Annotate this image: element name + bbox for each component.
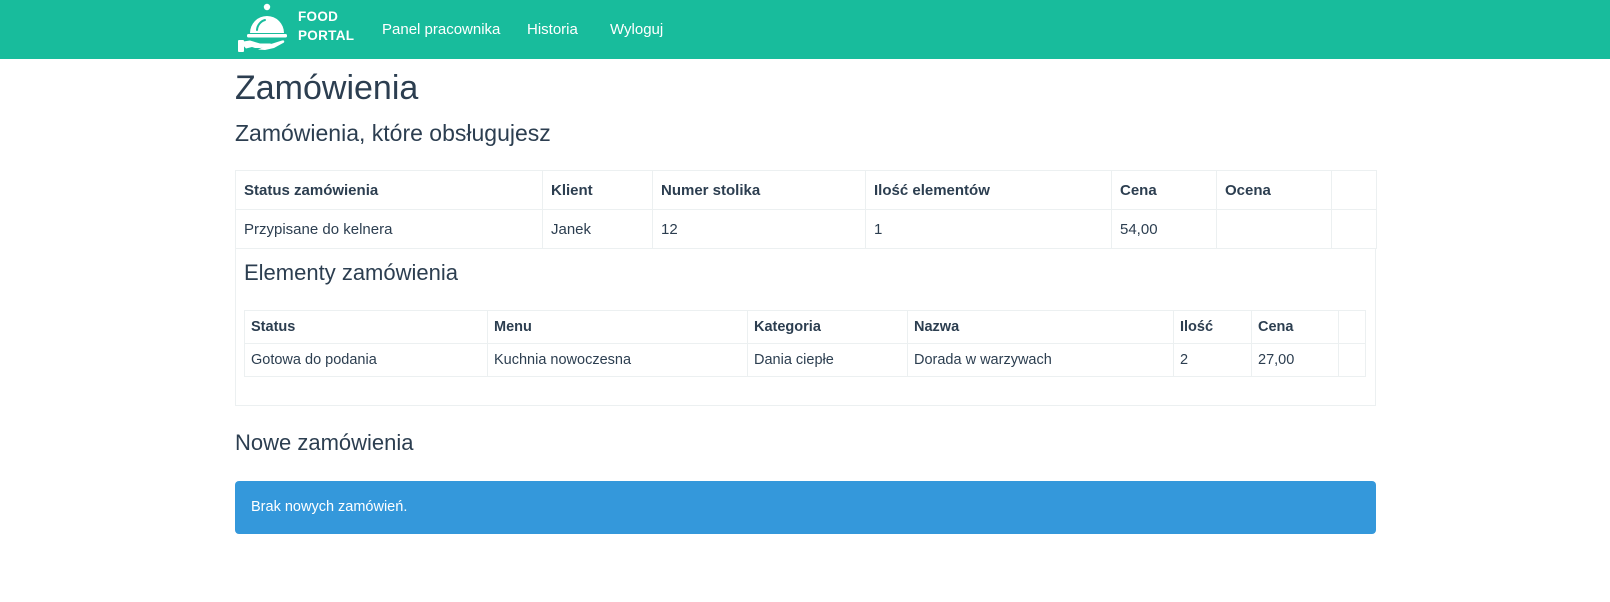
nav-link-wyloguj[interactable]: Wyloguj (610, 20, 663, 39)
cell-price: 54,00 (1111, 209, 1217, 249)
cell-price: 27,00 (1251, 343, 1339, 377)
cell-status: Gotowa do podania (244, 343, 488, 377)
handled-orders-table: Status zamówienia Klient Numer stolika I… (235, 170, 1377, 249)
column-header-category: Kategoria (747, 310, 908, 344)
brand-logo[interactable]: FOOD PORTAL (238, 0, 356, 58)
nav-link-panel-pracownika[interactable]: Panel pracownika (382, 20, 500, 39)
page-title: Zamówienia (235, 69, 419, 107)
column-header-status: Status (244, 310, 488, 344)
table-header-row: Status Menu Kategoria Nazwa Ilość Cena (244, 310, 1366, 344)
order-items-table: Status Menu Kategoria Nazwa Ilość Cena G… (244, 310, 1366, 377)
brand-name: FOOD PORTAL (298, 7, 354, 45)
column-header-price: Cena (1111, 170, 1217, 210)
column-header-table-number: Numer stolika (652, 170, 866, 210)
table-row[interactable]: Gotowa do podania Kuchnia nowoczesna Dan… (244, 343, 1366, 377)
nav-link-historia[interactable]: Historia (527, 20, 578, 39)
new-orders-title: Nowe zamówienia (235, 430, 414, 455)
no-new-orders-message: Brak nowych zamówień. (251, 499, 408, 515)
column-header-quantity: Ilość (1173, 310, 1252, 344)
cell-actions (1331, 209, 1377, 249)
column-header-menu: Menu (487, 310, 748, 344)
cell-rating (1216, 209, 1332, 249)
no-new-orders-alert: Brak nowych zamówień. (235, 481, 1376, 534)
column-header-item-count: Ilość elementów (865, 170, 1112, 210)
column-header-name: Nazwa (907, 310, 1174, 344)
serving-cloche-icon (238, 3, 287, 52)
cell-client: Janek (542, 209, 653, 249)
cell-quantity: 2 (1173, 343, 1252, 377)
column-header-actions (1338, 310, 1366, 344)
cell-menu: Kuchnia nowoczesna (487, 343, 748, 377)
column-header-price: Cena (1251, 310, 1339, 344)
brand-line-food: FOOD (298, 9, 339, 24)
brand-line-portal: PORTAL (298, 28, 355, 43)
top-navbar: FOOD PORTAL Panel pracownika Historia Wy… (0, 0, 1610, 59)
column-header-rating: Ocena (1216, 170, 1332, 210)
column-header-client: Klient (542, 170, 653, 210)
table-header-row: Status zamówienia Klient Numer stolika I… (235, 170, 1377, 210)
cell-table-number: 12 (652, 209, 866, 249)
cell-actions (1338, 343, 1366, 377)
column-header-actions (1331, 170, 1377, 210)
table-row[interactable]: Przypisane do kelnera Janek 12 1 54,00 (235, 209, 1377, 249)
cell-item-count: 1 (865, 209, 1112, 249)
cell-order-status: Przypisane do kelnera (235, 209, 543, 249)
order-items-title: Elementy zamówienia (244, 260, 458, 285)
cell-category: Dania ciepłe (747, 343, 908, 377)
column-header-order-status: Status zamówienia (235, 170, 543, 210)
order-items-panel: Elementy zamówienia Status Menu Kategori… (235, 248, 1376, 406)
page-subtitle: Zamówienia, które obsługujesz (235, 120, 551, 146)
cell-name: Dorada w warzywach (907, 343, 1174, 377)
